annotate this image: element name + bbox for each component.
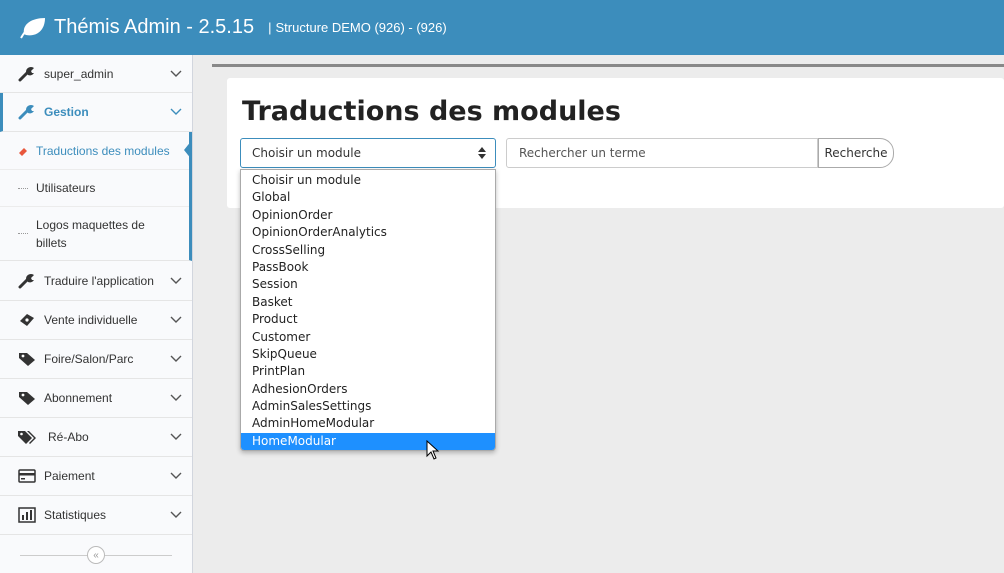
tag-icon <box>17 351 37 367</box>
chevron-down-icon <box>170 108 182 115</box>
dropdown-option[interactable]: OpinionOrderAnalytics <box>241 224 495 241</box>
sidebar-item-label: Ré-Abo <box>48 430 89 444</box>
sidebar-item-statistiques[interactable]: Statistiques <box>0 496 192 535</box>
sidebar-subitem-label: Logos maquettes de billets <box>36 217 145 250</box>
eraser-icon <box>18 146 28 156</box>
sidebar-item-label: Gestion <box>44 105 89 119</box>
module-dropdown-list: Choisir un module Global OpinionOrder Op… <box>240 169 496 451</box>
ticket-icon <box>17 312 37 328</box>
sidebar-item-label: super_admin <box>44 66 114 81</box>
sidebar-item-label: Traduire l'application <box>44 273 154 288</box>
chevron-down-icon <box>170 394 182 401</box>
sidebar-item-gestion[interactable]: Gestion <box>0 93 192 132</box>
sidebar-subitem-label: Utilisateurs <box>36 181 96 195</box>
sidebar-subitem-traductions[interactable]: Traductions des modules <box>0 132 192 170</box>
sidebar-item-label: Vente individuelle <box>44 313 138 327</box>
header-separator: | <box>268 20 272 35</box>
dropdown-option[interactable]: SkipQueue <box>241 346 495 363</box>
dropdown-option[interactable]: PassBook <box>241 259 495 276</box>
sidebar-item-label: Foire/Salon/Parc <box>44 352 134 366</box>
sidebar-collapse-row: « <box>0 535 192 573</box>
search-button[interactable]: Recherche <box>818 138 894 168</box>
dropdown-option[interactable]: Choisir un module <box>241 172 495 189</box>
content-top-border <box>212 64 1004 67</box>
dropdown-option[interactable]: AdhesionOrders <box>241 381 495 398</box>
sidebar: super_admin Gestion Traductions des modu… <box>0 55 193 573</box>
collapse-sidebar-button[interactable]: « <box>87 546 105 564</box>
page-title: Traductions des modules <box>242 96 621 127</box>
wrench-icon <box>17 273 37 289</box>
sidebar-item-label: Abonnement <box>44 391 113 405</box>
sidebar-item-re-abo[interactable]: Ré-Abo <box>0 418 192 457</box>
tags-icon <box>17 429 37 445</box>
dropdown-option[interactable]: AdminSalesSettings <box>241 398 495 415</box>
dropdown-option[interactable]: CrossSelling <box>241 242 495 259</box>
tree-connector <box>18 233 28 234</box>
chevron-down-icon <box>170 511 182 518</box>
sidebar-item-label: Paiement <box>44 469 95 483</box>
sidebar-subitem-logos[interactable]: Logos maquettes de billets <box>0 207 189 260</box>
search-placeholder: Rechercher un terme <box>519 146 646 160</box>
sidebar-item-label: Statistiques <box>44 508 107 522</box>
sidebar-item-paiement[interactable]: Paiement <box>0 457 192 496</box>
bar-chart-icon <box>17 507 37 523</box>
structure-label: Structure DEMO (926) - (926) <box>275 20 447 35</box>
chevron-down-icon <box>170 316 182 323</box>
module-select-value: Choisir un module <box>252 146 361 160</box>
dropdown-option[interactable]: Global <box>241 189 495 206</box>
tree-connector <box>18 187 28 189</box>
dropdown-option[interactable]: PrintPlan <box>241 363 495 380</box>
chevron-down-icon <box>170 70 182 77</box>
active-pointer <box>184 140 192 160</box>
chevron-down-icon <box>170 355 182 362</box>
sidebar-item-traduire[interactable]: Traduire l'application <box>0 261 192 301</box>
dropdown-option-highlighted[interactable]: HomeModular <box>241 432 495 450</box>
app-title: Thémis Admin - 2.5.15 <box>54 16 255 38</box>
dropdown-option[interactable]: Customer <box>241 329 495 346</box>
sidebar-subitem-label: Traductions des modules <box>36 143 170 158</box>
wrench-icon <box>17 66 37 82</box>
chevron-down-icon <box>170 433 182 440</box>
dropdown-option[interactable]: Basket <box>241 294 495 311</box>
gestion-submenu: Traductions des modules Utilisateurs Log… <box>0 132 192 261</box>
chevron-down-icon <box>170 472 182 479</box>
sidebar-item-foire-salon-parc[interactable]: Foire/Salon/Parc <box>0 340 192 379</box>
sidebar-item-abonnement[interactable]: Abonnement <box>0 379 192 418</box>
wrench-icon <box>17 104 37 120</box>
dropdown-option[interactable]: OpinionOrder <box>241 207 495 224</box>
dropdown-option[interactable]: Session <box>241 276 495 293</box>
mouse-cursor-icon <box>426 440 440 460</box>
dropdown-option[interactable]: Product <box>241 311 495 328</box>
tag-icon <box>17 390 37 406</box>
search-input[interactable]: Rechercher un terme <box>506 138 818 168</box>
chevron-down-icon <box>170 277 182 284</box>
module-select[interactable]: Choisir un module <box>240 138 496 168</box>
credit-card-icon <box>17 468 37 484</box>
sidebar-item-super-admin[interactable]: super_admin <box>0 55 192 93</box>
sidebar-item-vente-individuelle[interactable]: Vente individuelle <box>0 301 192 340</box>
sidebar-subitem-utilisateurs[interactable]: Utilisateurs <box>0 170 189 207</box>
top-header: Thémis Admin - 2.5.15 | Structure DEMO (… <box>0 0 1004 55</box>
select-arrows-icon <box>478 147 486 159</box>
leaf-icon <box>20 17 45 38</box>
dropdown-option[interactable]: AdminHomeModular <box>241 415 495 432</box>
